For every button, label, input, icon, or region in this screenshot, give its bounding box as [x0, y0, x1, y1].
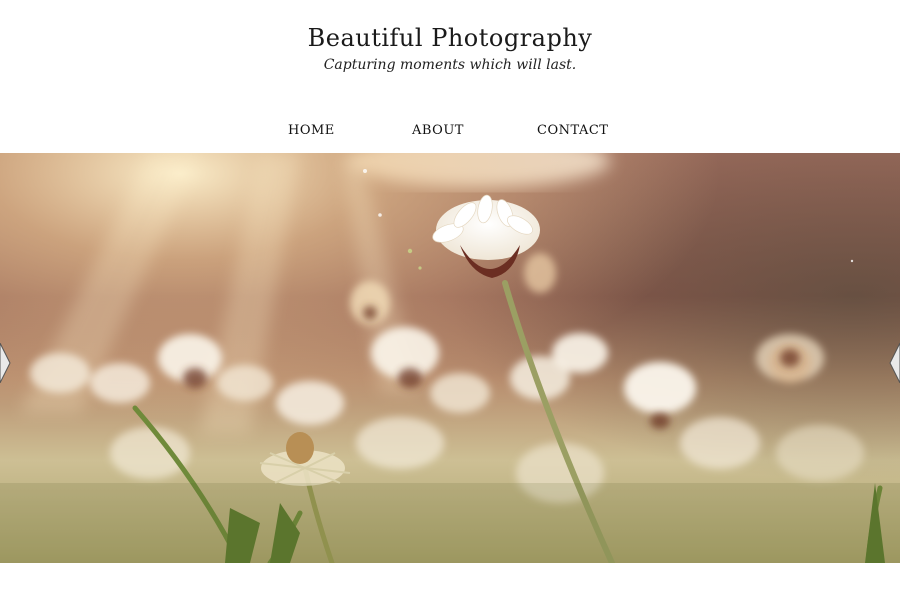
- nav-item-about[interactable]: ABOUT: [412, 123, 464, 138]
- nav-item-contact[interactable]: CONTACT: [537, 123, 608, 138]
- site-title[interactable]: Beautiful Photography: [0, 24, 900, 52]
- slider-next-button[interactable]: [886, 343, 900, 383]
- site-header: Beautiful Photography Capturing moments …: [0, 0, 900, 110]
- main-nav: HOME ABOUT CONTACT: [0, 120, 900, 144]
- hero-slider: [0, 153, 900, 563]
- slider-prev-button[interactable]: [0, 343, 14, 383]
- chevron-left-icon: [0, 343, 11, 383]
- site-tagline: Capturing moments which will last.: [323, 57, 577, 73]
- page: Beautiful Photography Capturing moments …: [0, 0, 900, 600]
- nav-item-home[interactable]: HOME: [288, 123, 335, 138]
- chevron-right-icon: [889, 343, 900, 383]
- hero-photo: [0, 153, 900, 563]
